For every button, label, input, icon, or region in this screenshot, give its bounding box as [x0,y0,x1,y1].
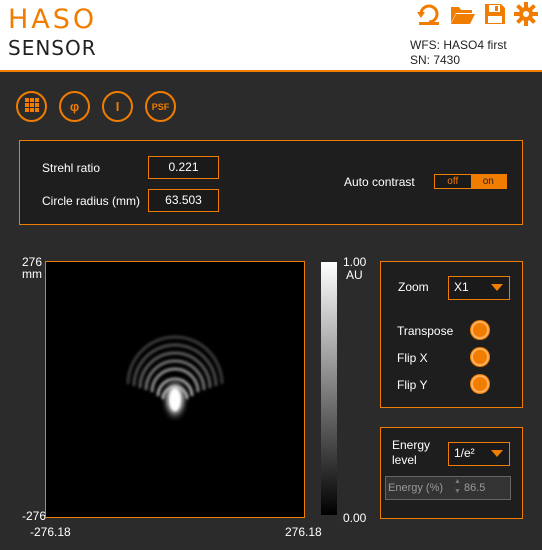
energy-percent-value: 86.5 [464,482,486,494]
colorbar [321,262,337,515]
energy-percent-field[interactable]: Energy (%) ▲ ▼ 86.5 [385,476,511,500]
energy-level-value: 1/e² [454,446,475,460]
grid-mode-button[interactable] [16,91,47,122]
energy-level-label-line1: Energy [392,438,431,452]
colorbar-min-label: 0.00 [343,511,367,525]
intensity-mode-button[interactable]: I [102,91,133,122]
psf-image[interactable] [45,261,305,518]
chevron-down-icon [491,450,503,457]
sensor-info: WFS: HASO4 first SN: 7430 [410,38,507,68]
phase-mode-button[interactable]: φ [59,91,90,122]
colorbar-max-label: 1.00 [343,255,367,269]
header-bar: HASO SENSOR WFS: HASO4 first SN: 7430 [0,0,542,72]
colorbar-unit-label: AU [346,268,363,282]
header-toolbar [416,0,538,28]
grid-icon [24,98,39,115]
auto-contrast-label: Auto contrast [344,175,415,189]
logo-sensor: SENSOR [8,36,97,60]
x-axis-min-label: -276.18 [30,525,71,539]
psf-label: PSF [151,101,170,112]
save-icon[interactable] [484,3,506,25]
flip-x-label: Flip X [397,351,428,365]
x-axis-max-label: 276.18 [285,525,322,539]
display-mode-toolbar: φ I PSF [16,91,176,122]
flip-x-toggle[interactable] [471,348,489,366]
energy-level-select[interactable]: 1/e² [448,442,510,466]
y-axis-unit-label: mm [22,267,42,281]
flip-y-label: Flip Y [397,378,428,392]
zoom-select[interactable]: X1 [448,276,510,300]
energy-percent-label: Energy (%) [388,482,444,494]
psf-mode-button[interactable]: PSF [145,91,176,122]
settings-gear-icon[interactable] [514,2,538,26]
toggle-off-option[interactable]: off [435,175,471,188]
auto-contrast-toggle[interactable]: off on [434,174,507,189]
phi-label: φ [69,99,80,114]
strehl-panel: Strehl ratio 0.221 Circle radius (mm) 63… [19,140,523,225]
zoom-value: X1 [454,280,469,294]
chevron-down-icon [491,284,503,291]
energy-panel: Energy level 1/e² Energy (%) ▲ ▼ 86.5 [380,427,523,519]
strehl-ratio-value: 0.221 [148,156,219,179]
spinner-arrows-icon[interactable]: ▲ ▼ [454,477,461,497]
sn-label: SN: 7430 [410,53,461,67]
logo-haso: HASO [8,4,98,35]
zoom-label: Zoom [398,280,429,294]
display-options-panel: Zoom X1 Transpose Flip X Flip Y [380,261,523,408]
toggle-on-option[interactable]: on [470,175,506,188]
y-axis-min-label: -276 [22,509,47,523]
open-folder-icon[interactable] [450,3,476,25]
flip-y-toggle[interactable] [471,375,489,393]
psf-rendering [126,335,224,422]
intensity-label: I [115,99,120,114]
energy-level-label-line2: level [392,453,417,467]
wfs-label: WFS: HASO4 first [410,38,507,52]
strehl-ratio-label: Strehl ratio [42,161,101,175]
transpose-label: Transpose [397,324,454,338]
reset-icon[interactable] [416,2,442,26]
transpose-toggle[interactable] [471,321,489,339]
circle-radius-label: Circle radius (mm) [42,194,141,208]
circle-radius-value: 63.503 [148,189,219,212]
